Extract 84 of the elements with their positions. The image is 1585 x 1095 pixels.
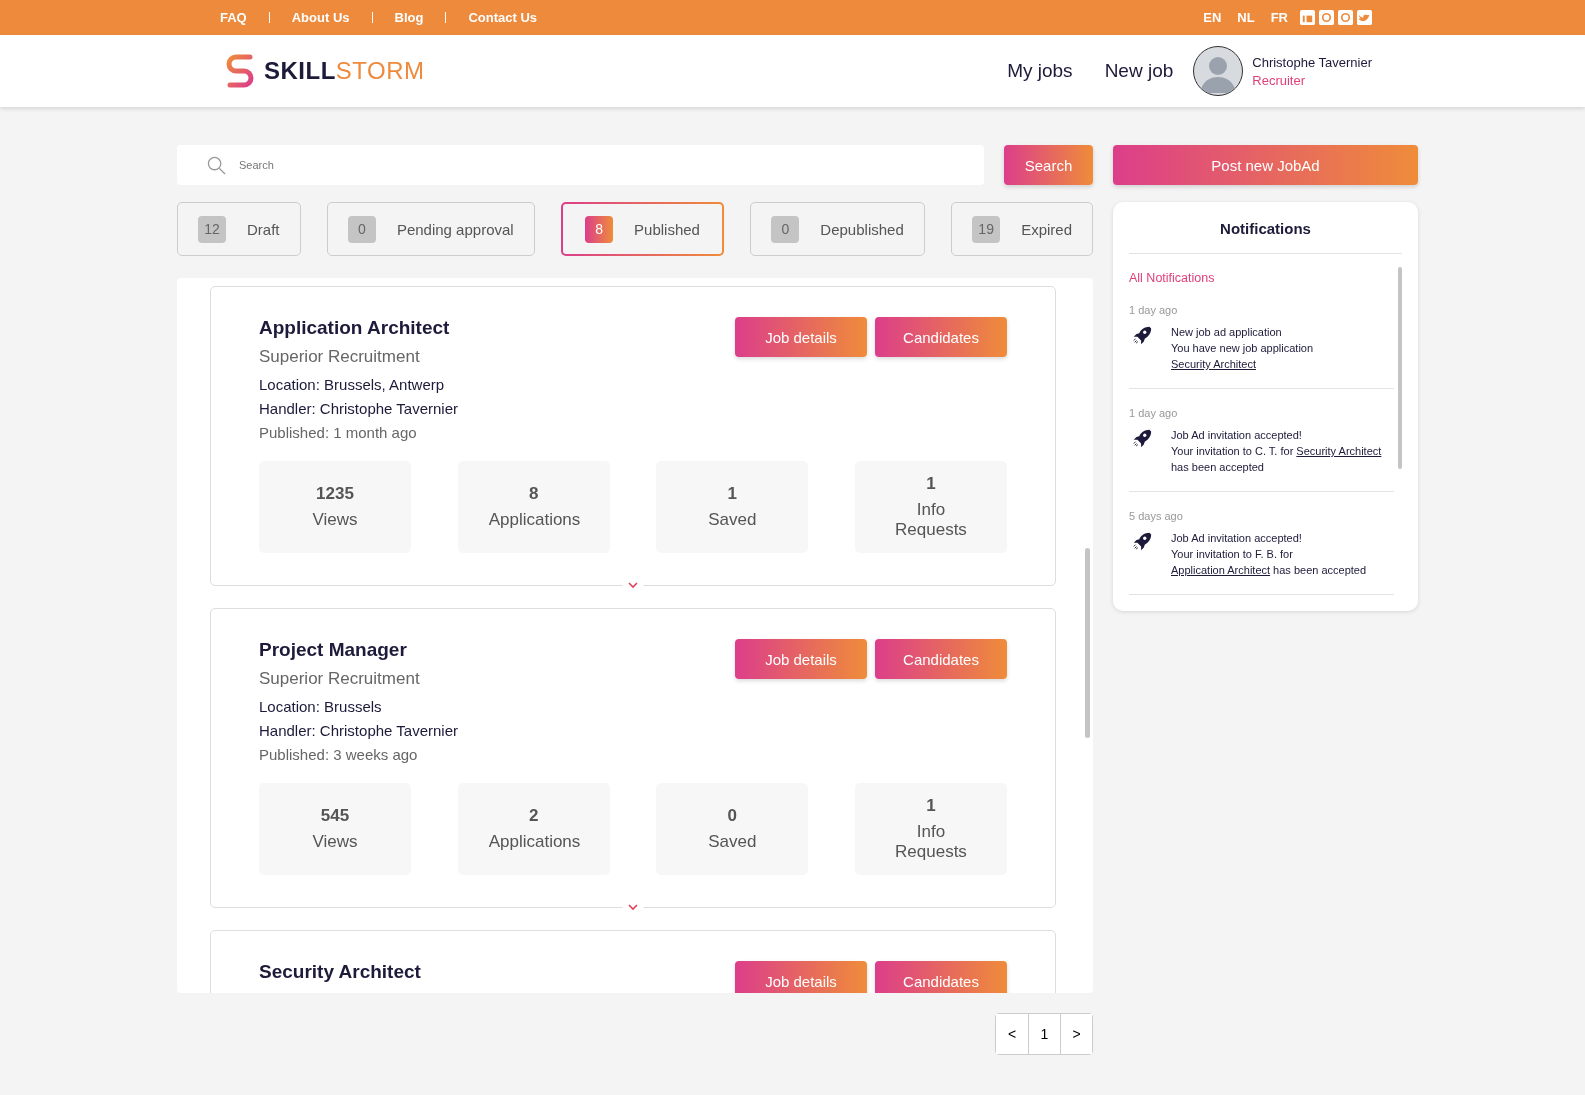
stat-value: 2 — [528, 806, 539, 826]
language-link[interactable]: NL — [1237, 10, 1255, 25]
search-button[interactable]: Search — [1004, 145, 1093, 185]
notification-heading: New job ad application — [1171, 325, 1283, 340]
notification-heading: Job Ad invitation accepted! — [1171, 531, 1303, 546]
job-location: Location: Brussels — [259, 697, 383, 717]
scrollbar-thumb[interactable] — [1085, 548, 1090, 738]
notifications-title: Notifications — [1129, 220, 1402, 254]
published-date: Published: 1 month ago — [259, 423, 418, 443]
stat-value: 0 — [727, 806, 738, 826]
stat-value: 1 — [926, 474, 936, 494]
candidates-button[interactable]: Candidates — [875, 639, 1007, 679]
job-details-button[interactable]: Job details — [735, 639, 867, 679]
language-link[interactable]: EN — [1203, 10, 1222, 25]
nav-link[interactable]: New job — [1104, 60, 1174, 82]
stat-value: 1 — [926, 796, 936, 816]
company-name: Superior Recruitment — [259, 669, 421, 689]
stat-value: 8 — [528, 484, 539, 504]
job-details-button[interactable]: Job details — [735, 317, 867, 357]
search-field[interactable]: Search — [177, 145, 984, 185]
count-badge: 0 — [347, 215, 376, 243]
stat-value: 1 — [727, 484, 738, 504]
candidates-button[interactable]: Candidates — [875, 317, 1007, 357]
post-job-button[interactable]: Post new JobAd — [1113, 145, 1418, 185]
all-notifications-link[interactable]: All Notifications — [1129, 271, 1215, 285]
job-handler: Handler: Christophe Tavernier — [259, 399, 458, 419]
status-tab[interactable]: 19 Expired — [951, 202, 1093, 256]
stat-label: Saved — [707, 510, 758, 530]
count-badge: 8 — [585, 215, 614, 243]
job-link[interactable]: Application Architect — [1171, 564, 1271, 576]
status-tab[interactable]: 8 Published — [561, 202, 724, 256]
notification-time: 5 days ago — [1129, 510, 1183, 522]
status-tab[interactable]: 12 Draft — [177, 202, 301, 256]
rocket-icon — [1131, 324, 1153, 346]
top-link[interactable]: About Us — [268, 12, 362, 23]
notification-heading: Job Ad invitation accepted! — [1171, 428, 1303, 443]
stat-label: Applications — [488, 832, 579, 852]
notification-message: You have new job application Security Architect — [1171, 341, 1315, 372]
social-media-icon[interactable] — [1338, 10, 1353, 25]
stat-label: Info Requests — [894, 822, 968, 862]
top-link[interactable]: Contact Us — [445, 12, 550, 23]
social-media-icon[interactable] — [1300, 10, 1315, 25]
user-name: Christophe Tavernier — [1252, 54, 1372, 70]
rocket-icon — [1131, 530, 1153, 552]
count-badge: 19 — [972, 215, 1001, 243]
rocket-icon — [1131, 427, 1153, 449]
scrollbar-thumb[interactable] — [1398, 267, 1402, 469]
brand-name[interactable]: SKILLSTORM — [264, 57, 425, 85]
job-title: Application Architect — [259, 317, 451, 339]
pagination-button[interactable]: > — [1060, 1014, 1092, 1054]
job-details-button[interactable]: Job details — [735, 961, 867, 993]
count-badge: 0 — [771, 215, 800, 243]
notification-time: 1 day ago — [1129, 407, 1178, 419]
notification-time: 1 day ago — [1129, 304, 1178, 316]
candidates-button[interactable]: Candidates — [875, 961, 1007, 993]
avatar[interactable] — [1193, 46, 1244, 96]
language-link[interactable]: FR — [1270, 10, 1288, 25]
status-tab[interactable]: 0 Pending approval — [326, 202, 535, 256]
social-media-icon[interactable] — [1319, 10, 1334, 25]
stat-label: Saved — [707, 832, 758, 852]
search-icon — [207, 156, 226, 175]
stat-value: 1235 — [316, 484, 354, 504]
stat-label: Info Requests — [894, 500, 968, 540]
notification-message: Your invitation to C. T. for Security Architect has been accepted — [1171, 444, 1383, 475]
job-title: Security Architect — [259, 961, 421, 983]
published-date: Published: 3 weeks ago — [259, 745, 419, 765]
stat-label: Views — [311, 510, 359, 530]
job-link[interactable]: Security Architect — [1296, 445, 1382, 457]
user-role: Recruiter — [1252, 72, 1307, 88]
nav-link[interactable]: My jobs — [1007, 60, 1073, 82]
count-badge: 12 — [198, 215, 226, 243]
top-link[interactable]: FAQ — [220, 10, 259, 25]
stat-value: 545 — [320, 806, 350, 826]
company-name: Superior Recruitment — [259, 347, 421, 367]
stat-label: Applications — [488, 510, 579, 530]
job-location: Location: Brussels, Antwerp — [259, 375, 446, 395]
job-title: Project Manager — [259, 639, 408, 661]
job-handler: Handler: Christophe Tavernier — [259, 721, 458, 741]
job-link[interactable]: Security Architect — [1171, 358, 1256, 370]
social-media-icon[interactable] — [1357, 10, 1372, 25]
top-link[interactable]: Blog — [371, 12, 436, 23]
stat-label: Views — [311, 832, 359, 852]
status-tab[interactable]: 0 Depublished — [750, 202, 925, 256]
notification-message: Your invitation to F. B. for Application Architect has been accepted — [1171, 547, 1368, 578]
